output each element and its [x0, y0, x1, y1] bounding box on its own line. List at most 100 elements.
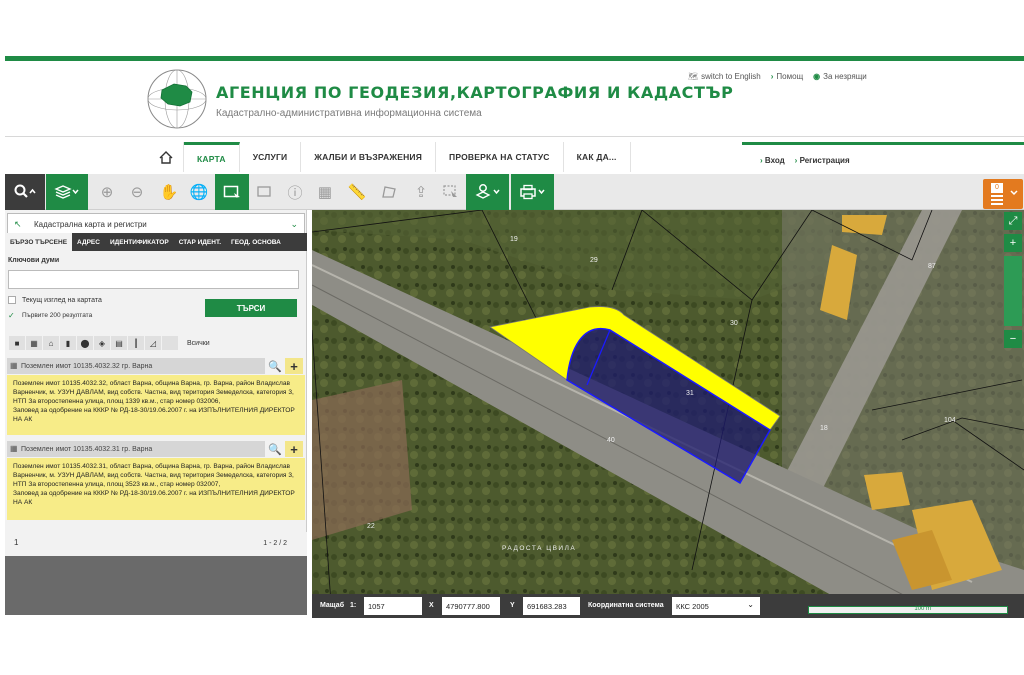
area-measure-icon	[382, 186, 396, 198]
nav-tab-status-check[interactable]: ПРОВЕРКА НА СТАТУС	[436, 142, 564, 172]
filter-all-label[interactable]: Всички	[187, 340, 210, 347]
filter-grid-icon[interactable]: ▦	[26, 336, 42, 350]
zoom-out-side-button[interactable]: −	[1004, 330, 1022, 348]
parcel-label: 40	[607, 437, 615, 444]
filter-building-icon[interactable]: ⌂	[43, 336, 59, 350]
select-cursor-button[interactable]	[437, 174, 465, 210]
filter-doc-icon[interactable]: ▤	[111, 336, 127, 350]
zoom-to-result-icon[interactable]: 🔍	[267, 358, 283, 374]
result-tools: 🔍 +	[267, 358, 305, 374]
scale-bar: 100 m	[808, 606, 1008, 614]
filter-layers-icon[interactable]: ◈	[94, 336, 110, 350]
zoom-to-result-icon[interactable]: 🔍	[267, 441, 283, 457]
scale-input[interactable]: 1057	[364, 597, 422, 615]
filter-marker-icon[interactable]: ┃	[128, 336, 144, 350]
layer-icon: ↖	[14, 219, 22, 229]
zoom-in-side-button[interactable]: +	[1004, 234, 1022, 252]
home-button[interactable]	[148, 142, 184, 172]
chevron-down-icon: ⌄	[290, 219, 298, 229]
page: АГЕНЦИЯ ПО ГЕОДЕЗИЯ,КАРТОГРАФИЯ И КАДАСТ…	[0, 0, 1024, 675]
current-view-checkbox[interactable]: Текущ изглед на картата	[8, 296, 102, 304]
grid-icon: ▦	[10, 444, 18, 453]
zoom-slider[interactable]	[1004, 256, 1022, 326]
result-title[interactable]: ▦ Поземлен имот 10135.4032.31 гр. Варна	[7, 441, 265, 457]
zoom-in-icon: ⊕	[100, 184, 114, 201]
info-button[interactable]: ⓘ	[281, 174, 309, 210]
nav-tab-map[interactable]: КАРТА	[184, 142, 240, 172]
y-label: Y	[510, 602, 515, 609]
tab-old-identifier[interactable]: СТАР ИДЕНТ.	[174, 233, 226, 251]
crs-select[interactable]: ККС 2005 ⌄	[672, 597, 760, 615]
layers-icon	[54, 185, 79, 199]
nav-tab-services[interactable]: УСЛУГИ	[240, 142, 302, 172]
agency-logo[interactable]	[146, 68, 208, 130]
expand-icon: ⤢	[1008, 214, 1018, 227]
nav-tab-complaints[interactable]: ЖАЛБИ И ВЪЗРАЖЕНИЯ	[301, 142, 437, 172]
filter-pin-icon[interactable]: ⬤	[77, 336, 93, 350]
tab-identifier[interactable]: ИДЕНТИФИКАТОР	[105, 233, 174, 251]
print-button[interactable]	[511, 174, 554, 210]
pan-button[interactable]: ✋	[155, 174, 183, 210]
switch-language-link[interactable]: 🗺 switch to English	[688, 72, 761, 81]
measure-distance-button[interactable]: 📏	[343, 174, 371, 210]
zoom-out-icon: ⊖	[130, 184, 144, 201]
keywords-input[interactable]	[8, 270, 299, 289]
accessibility-link[interactable]: ◉ За незрящи	[813, 72, 867, 81]
search-button[interactable]: ТЪРСИ	[205, 299, 297, 317]
layers-button[interactable]	[46, 174, 88, 210]
filter-blank-icon[interactable]	[162, 336, 178, 350]
parcel-label: 19	[510, 236, 518, 243]
world-map-icon: 🗺	[688, 72, 699, 81]
pan-hand-icon: ✋	[159, 184, 179, 201]
upload-button[interactable]: ⇪	[407, 174, 435, 210]
map-pin-button[interactable]	[466, 174, 509, 210]
tab-geodetic-base[interactable]: ГЕОД. ОСНОВА	[226, 233, 286, 251]
measure-area-button[interactable]	[375, 174, 403, 210]
nav-divider	[5, 136, 1024, 137]
info-icon: ⓘ	[287, 184, 303, 202]
tab-quick-search[interactable]: БЪРЗО ТЪРСЕНЕ	[5, 233, 73, 251]
search-tool-button[interactable]	[5, 174, 45, 210]
filter-area-icon[interactable]: ◿	[145, 336, 161, 350]
search-panel: ↖ Кадастрална карта и регистри ⌄ БЪРЗО Т…	[5, 210, 307, 615]
notifications-button[interactable]: 0	[983, 179, 1023, 209]
login-link[interactable]: Вход	[760, 156, 785, 165]
filter-all-types-icon[interactable]: ■	[9, 336, 25, 350]
cadastral-map[interactable]: 19 29 30 31 40 18 104 87 22 РАДОСТА ЦВИЛ…	[312, 210, 1024, 618]
nav-right-accent	[742, 142, 1024, 145]
globe-icon: 🌐	[189, 184, 209, 201]
chevron-right-icon: ›	[770, 72, 774, 81]
nav-tab-how-to[interactable]: КАК ДА...	[564, 142, 631, 172]
globe-button[interactable]: 🌐	[185, 174, 213, 210]
grid-icon: ▦	[10, 361, 18, 370]
zoom-in-button[interactable]: ⊕	[93, 174, 121, 210]
parcel-label: 104	[944, 417, 956, 424]
help-link[interactable]: › Помощ	[771, 72, 803, 81]
top-links: 🗺 switch to English › Помощ ◉ За незрящи	[688, 72, 867, 81]
result-title[interactable]: ▦ Поземлен имот 10135.4032.32 гр. Варна	[7, 358, 265, 374]
table-button[interactable]: ▦	[311, 174, 339, 210]
result-details: Поземлен имот 10135.4032.31, област Варн…	[7, 458, 305, 520]
pager: 1 1 - 2 / 2	[5, 532, 307, 556]
select-area-button[interactable]	[251, 174, 279, 210]
home-icon	[159, 150, 172, 164]
filter-apartment-icon[interactable]: ▮	[60, 336, 76, 350]
x-coordinate: 4790777.800	[442, 597, 500, 615]
parcel-label: 87	[928, 263, 936, 270]
register-link[interactable]: Регистрация	[795, 156, 850, 165]
parcel-label: 22	[367, 523, 375, 530]
add-result-button[interactable]: +	[285, 358, 303, 374]
page-number[interactable]: 1	[14, 538, 18, 547]
print-icon	[519, 184, 545, 200]
result-details: Поземлен имот 10135.4032.32, област Варн…	[7, 375, 305, 435]
street-label: РАДОСТА ЦВИЛА	[502, 545, 576, 552]
layer-select[interactable]: ↖ Кадастрална карта и регистри ⌄	[7, 213, 305, 235]
first-200-checkbox[interactable]: ✓ Първите 200 резултата	[8, 311, 92, 320]
checkmark-icon: ✓	[8, 311, 15, 320]
expand-button[interactable]: ⤢	[1004, 212, 1022, 230]
add-result-button[interactable]: +	[285, 441, 303, 457]
parcel-label: 29	[590, 257, 598, 264]
tab-address[interactable]: АДРЕС	[72, 233, 105, 251]
zoom-out-button[interactable]: ⊖	[123, 174, 151, 210]
select-rect-button[interactable]	[215, 174, 249, 210]
